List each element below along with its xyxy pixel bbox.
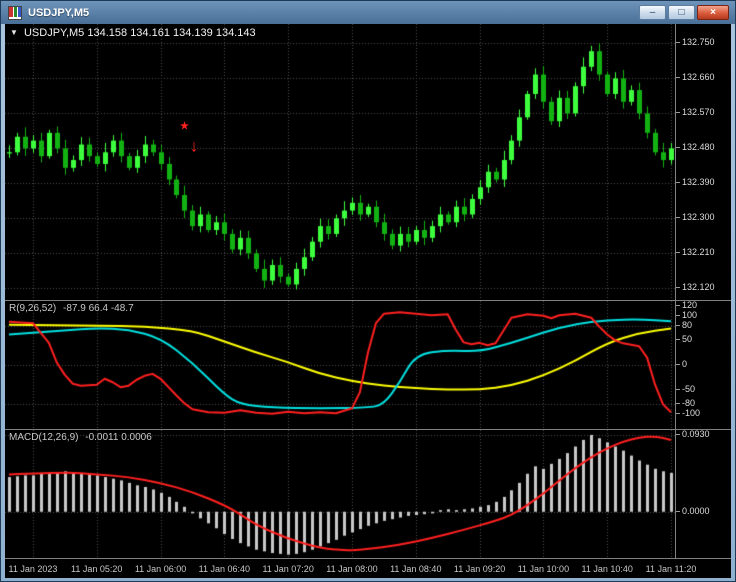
macd-name: MACD(12,26,9) xyxy=(9,432,79,443)
axis-tick-label: 0.0000 xyxy=(676,505,710,516)
axis-tick-label: 132.750 xyxy=(676,37,715,48)
price-plot: ▼ USDJPY,M5 134.158 134.161 134.139 134.… xyxy=(5,24,675,300)
oscillator-canvas[interactable] xyxy=(5,301,675,429)
macd-panel: MACD(12,26,9) -0.0011 0.0006 0.0930 0.000… xyxy=(5,429,731,558)
axis-tick-label: 120 xyxy=(675,299,698,310)
chart-area: ▼ USDJPY,M5 134.158 134.161 134.139 134.… xyxy=(5,24,731,578)
quote-info-line: ▼ USDJPY,M5 134.158 134.161 134.139 134.… xyxy=(10,27,256,39)
oscillator-axis[interactable]: 120 100 80 50 0 -50 -80 -100 xyxy=(675,299,731,429)
symbol-label: USDJPY,M5 xyxy=(23,27,85,39)
window-controls: – □ × xyxy=(639,5,729,20)
axis-tick-label: 132.210 xyxy=(676,247,715,258)
chart-icon xyxy=(8,5,22,20)
time-label: 11 Jan 08:00 xyxy=(326,564,378,574)
time-label: 11 Jan 05:20 xyxy=(71,564,123,574)
macd-axis[interactable]: 0.0930 0.0000 xyxy=(675,428,731,558)
minimize-button[interactable]: – xyxy=(639,5,666,20)
oscillator-plot: R(9,26,52) -87.9 66.4 -48.7 xyxy=(5,301,675,429)
axis-tick-label: -50 xyxy=(675,383,696,394)
oscillator-values: -87.9 66.4 -48.7 xyxy=(63,303,134,314)
window-title: USDJPY,M5 xyxy=(28,6,90,19)
macd-plot: MACD(12,26,9) -0.0011 0.0006 xyxy=(5,430,675,558)
axis-tick-label: 100 xyxy=(675,309,698,320)
axis-tick-label: 80 xyxy=(675,319,693,330)
chart-dropdown-icon[interactable]: ▼ xyxy=(10,28,18,37)
candlestick-canvas[interactable] xyxy=(5,24,675,300)
axis-tick-label: 132.120 xyxy=(676,282,715,293)
axis-tick-label: 132.390 xyxy=(676,177,715,188)
axis-tick-label: 132.480 xyxy=(676,142,715,153)
macd-canvas[interactable] xyxy=(5,430,675,558)
oscillator-name: R(9,26,52) xyxy=(9,303,57,314)
axis-tick-label: 0.0930 xyxy=(676,428,710,439)
time-label: 11 Jan 09:20 xyxy=(453,564,506,574)
time-label: 11 Jan 06:40 xyxy=(198,564,251,574)
time-label: 11 Jan 2023 xyxy=(8,564,58,574)
axis-tick-label: -80 xyxy=(675,398,696,409)
chart-window: USDJPY,M5 – □ × ▼ USDJPY,M5 134.158 134.… xyxy=(0,0,736,582)
time-label: 11 Jan 06:00 xyxy=(134,564,187,574)
close-button[interactable]: × xyxy=(697,5,729,20)
oscillator-label: R(9,26,52) -87.9 66.4 -48.7 xyxy=(9,303,134,314)
time-label: 11 Jan 08:40 xyxy=(390,564,442,574)
axis-tick-label: 0 xyxy=(675,359,688,369)
macd-values: -0.0011 0.0006 xyxy=(85,432,152,443)
price-panel: ▼ USDJPY,M5 134.158 134.161 134.139 134.… xyxy=(5,24,731,300)
axis-tick-label: 132.570 xyxy=(676,107,715,118)
axis-tick-label: 132.660 xyxy=(676,72,715,83)
price-axis[interactable]: 132.750 132.660 132.570 132.480 132.390 132.3… xyxy=(675,24,731,300)
time-label: 11 Jan 07:20 xyxy=(262,564,314,574)
time-axis[interactable]: 11 Jan 2023 11 Jan 05:20 11 Jan 06:00 11 Ja… xyxy=(5,558,731,578)
time-label: 11 Jan 11:20 xyxy=(645,564,697,574)
titlebar[interactable]: USDJPY,M5 – □ × xyxy=(1,1,735,24)
time-label: 11 Jan 10:00 xyxy=(517,564,570,574)
macd-label: MACD(12,26,9) -0.0011 0.0006 xyxy=(9,432,152,443)
axis-tick-label: -100 xyxy=(675,408,701,419)
restore-button[interactable]: □ xyxy=(668,5,695,20)
ohlc-values: 134.158 134.161 134.139 134.143 xyxy=(87,27,256,39)
time-label: 11 Jan 10:40 xyxy=(581,564,633,574)
oscillator-panel: R(9,26,52) -87.9 66.4 -48.7 120 100 80 50 0 -… xyxy=(5,300,731,429)
axis-tick-label: 50 xyxy=(675,334,693,345)
axis-tick-label: 132.300 xyxy=(676,212,715,223)
